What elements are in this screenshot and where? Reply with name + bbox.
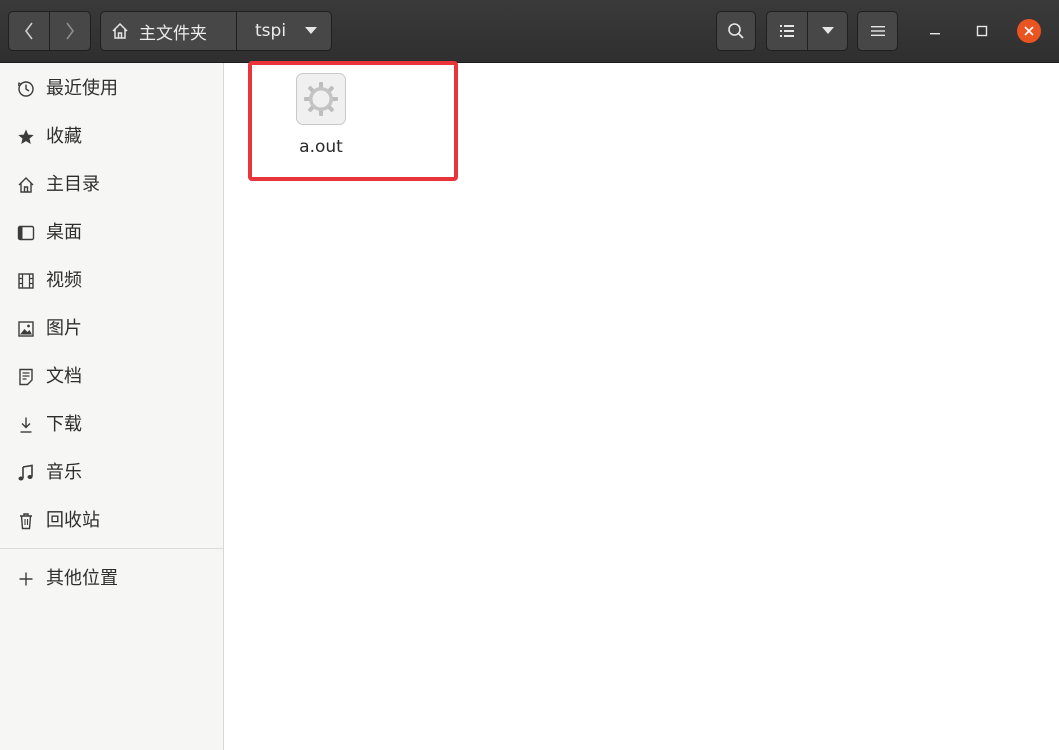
clock-icon [16, 79, 36, 99]
plus-icon [16, 569, 36, 589]
sidebar-item-videos[interactable]: 视频 [0, 261, 223, 301]
sidebar-item-label: 音乐 [46, 462, 82, 483]
sidebar-item-music[interactable]: 音乐 [0, 453, 223, 493]
sidebar: 最近使用 收藏 主目录 桌面 视频 图片 文档 下载 音乐 回收站 其他位置 [0, 63, 224, 750]
breadcrumb-current-label: tspi [255, 21, 287, 41]
sidebar-item-trash[interactable]: 回收站 [0, 501, 223, 541]
home-icon [16, 175, 36, 195]
star-icon [16, 127, 36, 147]
sidebar-item-downloads[interactable]: 下载 [0, 405, 223, 445]
home-icon [112, 22, 128, 39]
trash-icon [16, 511, 36, 531]
sidebar-separator [0, 548, 223, 549]
sidebar-item-pictures[interactable]: 图片 [0, 309, 223, 349]
music-icon [16, 463, 36, 483]
close-button[interactable] [1017, 19, 1041, 43]
highlight-annotation-box [248, 61, 458, 181]
minimize-icon [930, 33, 940, 35]
sidebar-item-home[interactable]: 主目录 [0, 165, 223, 205]
back-button[interactable] [8, 11, 50, 51]
forward-button[interactable] [50, 11, 91, 51]
close-icon [1024, 26, 1034, 36]
sidebar-item-label: 回收站 [46, 510, 100, 531]
sidebar-item-label: 视频 [46, 270, 82, 291]
maximize-button[interactable] [970, 19, 994, 43]
sidebar-item-documents[interactable]: 文档 [0, 357, 223, 397]
sidebar-item-label: 下载 [46, 414, 82, 435]
sidebar-item-label: 其他位置 [46, 568, 118, 589]
sidebar-item-desktop[interactable]: 桌面 [0, 213, 223, 253]
film-icon [16, 271, 36, 291]
sidebar-item-label: 图片 [46, 318, 82, 339]
search-button[interactable] [716, 11, 756, 51]
file-view[interactable]: a.out [224, 61, 1059, 750]
maximize-icon [976, 25, 988, 37]
sidebar-item-label: 最近使用 [46, 78, 118, 99]
chevron-right-icon [66, 22, 74, 40]
download-icon [16, 415, 36, 435]
list-view-icon [780, 25, 794, 37]
sidebar-item-label: 主目录 [46, 174, 100, 195]
document-icon [16, 367, 36, 387]
sidebar-item-starred[interactable]: 收藏 [0, 117, 223, 157]
search-icon [728, 23, 744, 39]
view-list-button[interactable] [766, 11, 808, 51]
minimize-button[interactable] [923, 19, 947, 43]
dropdown-arrow-icon [305, 27, 317, 34]
menu-button[interactable] [857, 11, 898, 51]
breadcrumb-current-button[interactable]: tspi [237, 11, 332, 51]
sidebar-item-label: 收藏 [46, 126, 82, 147]
sidebar-item-label: 桌面 [46, 222, 82, 243]
chevron-left-icon [25, 22, 33, 40]
breadcrumb-home-button[interactable]: 主文件夹 [100, 11, 237, 51]
sidebar-item-recent[interactable]: 最近使用 [0, 69, 223, 109]
hamburger-menu-icon [870, 26, 885, 36]
view-options-button[interactable] [808, 11, 848, 51]
image-icon [16, 319, 36, 339]
desktop-icon [16, 223, 36, 243]
sidebar-item-label: 文档 [46, 366, 82, 387]
header-bar: 主文件夹 tspi [0, 0, 1059, 63]
dropdown-arrow-icon [821, 27, 834, 34]
sidebar-item-other-locations[interactable]: 其他位置 [0, 559, 223, 599]
breadcrumb-home-label: 主文件夹 [139, 23, 207, 44]
